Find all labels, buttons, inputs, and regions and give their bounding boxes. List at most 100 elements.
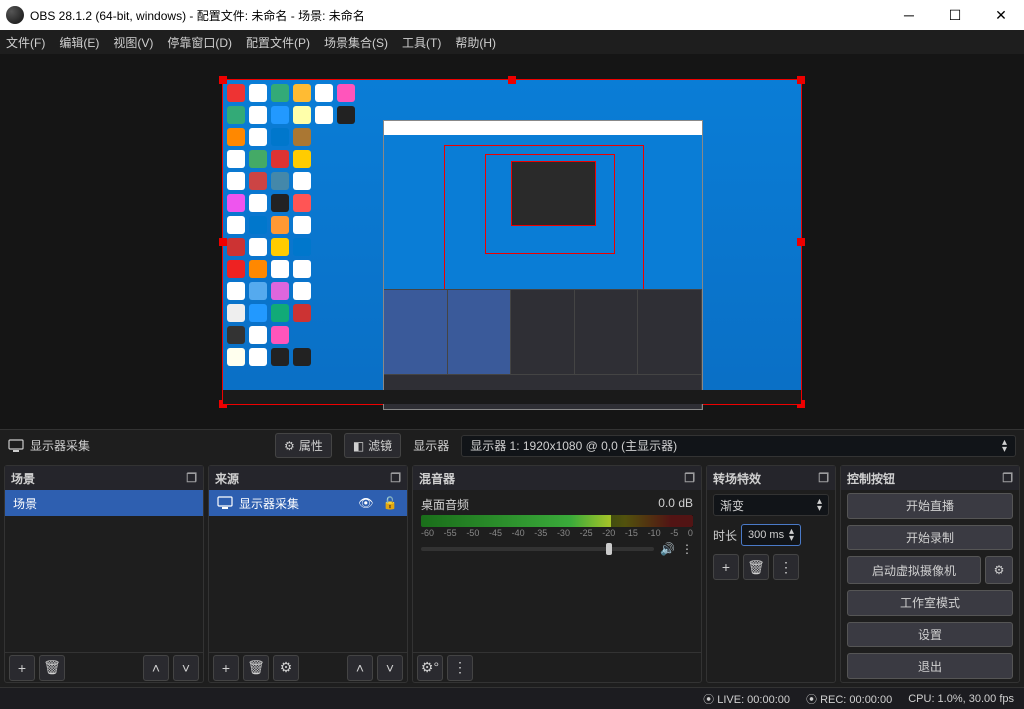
mixer-panel: 混音器 ❐ 桌面音频 0.0 dB -60-55-50-45-40-35-30-…	[412, 465, 702, 683]
statusbar: ⦿ LIVE: 00:00:00 ⦿ REC: 00:00:00 CPU: 1.…	[0, 687, 1024, 709]
settings-button[interactable]: 设置	[847, 622, 1013, 648]
menubar: 文件(F) 编辑(E) 视图(V) 停靠窗口(D) 配置文件(P) 场景集合(S…	[0, 30, 1024, 54]
add-source-button[interactable]: +	[213, 655, 239, 681]
sources-title: 来源	[215, 470, 239, 487]
gear-icon: ⚙	[284, 439, 295, 453]
remove-source-button[interactable]: 🗑	[243, 655, 269, 681]
captured-desktop-icons	[227, 84, 357, 368]
popout-icon[interactable]: ❐	[1002, 471, 1013, 485]
mixer-menu-button[interactable]: ⋮	[447, 655, 473, 681]
menu-view[interactable]: 视图(V)	[113, 34, 153, 51]
scene-up-button[interactable]: ˄	[143, 655, 169, 681]
display-select-value: 显示器 1: 1920x1080 @ 0,0 (主显示器)	[470, 437, 677, 454]
scenes-title: 场景	[11, 470, 35, 487]
window-titlebar: OBS 28.1.2 (64-bit, windows) - 配置文件: 未命名…	[0, 0, 1024, 30]
menu-help[interactable]: 帮助(H)	[455, 34, 496, 51]
resize-handle[interactable]	[508, 76, 516, 84]
resize-handle[interactable]	[219, 76, 227, 84]
filters-label: 滤镜	[368, 437, 392, 454]
transition-menu-button[interactable]: ⋮	[773, 554, 799, 580]
chevron-updown-icon: ▴▾	[1002, 439, 1007, 453]
properties-button[interactable]: ⚙ 属性	[275, 433, 332, 458]
chevron-updown-icon: ▴▾	[817, 498, 822, 512]
menu-dock[interactable]: 停靠窗口(D)	[167, 34, 232, 51]
status-cpu: CPU: 1.0%, 30.00 fps	[908, 693, 1014, 705]
mixer-track: 桌面音频 0.0 dB -60-55-50-45-40-35-30-25-20-…	[413, 490, 701, 562]
volume-slider[interactable]	[421, 547, 654, 551]
db-scale: -60-55-50-45-40-35-30-25-20-15-10-50	[421, 528, 693, 538]
scene-item-label: 场景	[13, 495, 37, 512]
properties-label: 属性	[299, 437, 323, 454]
duration-value: 300 ms	[748, 529, 784, 541]
start-recording-button[interactable]: 开始录制	[847, 525, 1013, 551]
controls-title: 控制按钮	[847, 470, 895, 487]
menu-tools[interactable]: 工具(T)	[402, 34, 441, 51]
minimize-button[interactable]: ─	[886, 0, 932, 30]
lock-toggle[interactable]: 🔓	[381, 496, 399, 510]
popout-icon[interactable]: ❐	[684, 471, 695, 485]
transition-type-value: 渐变	[720, 497, 744, 514]
docks-row: 场景 ❐ 场景 + 🗑 ˄ ˅ 来源 ❐ 显示器采集 👁	[0, 461, 1024, 687]
source-down-button[interactable]: ˅	[377, 655, 403, 681]
status-rec: ⦿ REC: 00:00:00	[806, 691, 892, 707]
resize-handle[interactable]	[797, 76, 805, 84]
remove-transition-button[interactable]: 🗑	[743, 554, 769, 580]
source-item-label: 显示器采集	[239, 495, 299, 512]
current-source-label: 显示器采集	[30, 437, 90, 454]
add-transition-button[interactable]: +	[713, 554, 739, 580]
source-properties-button[interactable]: ⚙	[273, 655, 299, 681]
duration-input[interactable]: 300 ms ▴▾	[741, 524, 801, 546]
scenes-panel: 场景 ❐ 场景 + 🗑 ˄ ˅	[4, 465, 204, 683]
menu-file[interactable]: 文件(F)	[6, 34, 45, 51]
source-up-button[interactable]: ˄	[347, 655, 373, 681]
display-select[interactable]: 显示器 1: 1920x1080 @ 0,0 (主显示器) ▴▾	[461, 435, 1016, 457]
preview-area[interactable]	[0, 54, 1024, 429]
sources-panel: 来源 ❐ 显示器采集 👁 🔓 + 🗑 ⚙ ˄ ˅	[208, 465, 408, 683]
captured-obs-window	[383, 120, 703, 410]
audio-meter	[421, 515, 693, 527]
popout-icon[interactable]: ❐	[186, 471, 197, 485]
mixer-title: 混音器	[419, 470, 455, 487]
popout-icon[interactable]: ❐	[390, 471, 401, 485]
speaker-icon[interactable]: 🔊	[660, 542, 675, 556]
popout-icon[interactable]: ❐	[818, 471, 829, 485]
studio-mode-button[interactable]: 工作室模式	[847, 590, 1013, 616]
preview-source-bounds[interactable]	[222, 79, 802, 405]
close-button[interactable]: ✕	[978, 0, 1024, 30]
start-virtual-cam-button[interactable]: 启动虚拟摄像机	[847, 556, 981, 584]
exit-button[interactable]: 退出	[847, 653, 1013, 679]
scene-down-button[interactable]: ˅	[173, 655, 199, 681]
duration-label: 时长	[713, 527, 737, 544]
mixer-track-db: 0.0 dB	[658, 496, 693, 513]
controls-panel: 控制按钮 ❐ 开始直播 开始录制 启动虚拟摄像机 ⚙ 工作室模式 设置 退出	[840, 465, 1020, 683]
menu-edit[interactable]: 编辑(E)	[59, 34, 99, 51]
obs-app-icon	[6, 6, 24, 24]
transitions-panel: 转场特效 ❐ 渐变 ▴▾ 时长 300 ms ▴▾ + 🗑 ⋮	[706, 465, 836, 683]
resize-handle[interactable]	[219, 238, 227, 246]
maximize-button[interactable]: ☐	[932, 0, 978, 30]
add-scene-button[interactable]: +	[9, 655, 35, 681]
chevron-updown-icon: ▴▾	[789, 528, 794, 542]
source-toolbar: 显示器采集 ⚙ 属性 ◧ 滤镜 显示器 显示器 1: 1920x1080 @ 0…	[0, 429, 1024, 461]
status-live: ⦿ LIVE: 00:00:00	[703, 691, 790, 707]
mixer-advanced-button[interactable]: ⚙°	[417, 655, 443, 681]
transition-type-select[interactable]: 渐变 ▴▾	[713, 494, 829, 516]
virtual-cam-settings-button[interactable]: ⚙	[985, 556, 1013, 584]
visibility-toggle[interactable]: 👁	[357, 496, 375, 510]
window-title: OBS 28.1.2 (64-bit, windows) - 配置文件: 未命名…	[30, 7, 365, 24]
menu-scene-collection[interactable]: 场景集合(S)	[324, 34, 388, 51]
current-source-indicator: 显示器采集	[8, 437, 90, 454]
start-streaming-button[interactable]: 开始直播	[847, 493, 1013, 519]
filters-button[interactable]: ◧ 滤镜	[344, 433, 401, 458]
monitor-icon	[8, 439, 24, 453]
display-label: 显示器	[413, 437, 449, 454]
menu-profile[interactable]: 配置文件(P)	[246, 34, 310, 51]
source-item[interactable]: 显示器采集 👁 🔓	[209, 490, 407, 516]
track-menu-button[interactable]: ⋮	[681, 542, 693, 556]
remove-scene-button[interactable]: 🗑	[39, 655, 65, 681]
scene-item[interactable]: 场景	[5, 490, 203, 516]
transitions-title: 转场特效	[713, 470, 761, 487]
filters-icon: ◧	[353, 439, 364, 453]
mixer-track-name: 桌面音频	[421, 496, 469, 513]
resize-handle[interactable]	[797, 238, 805, 246]
